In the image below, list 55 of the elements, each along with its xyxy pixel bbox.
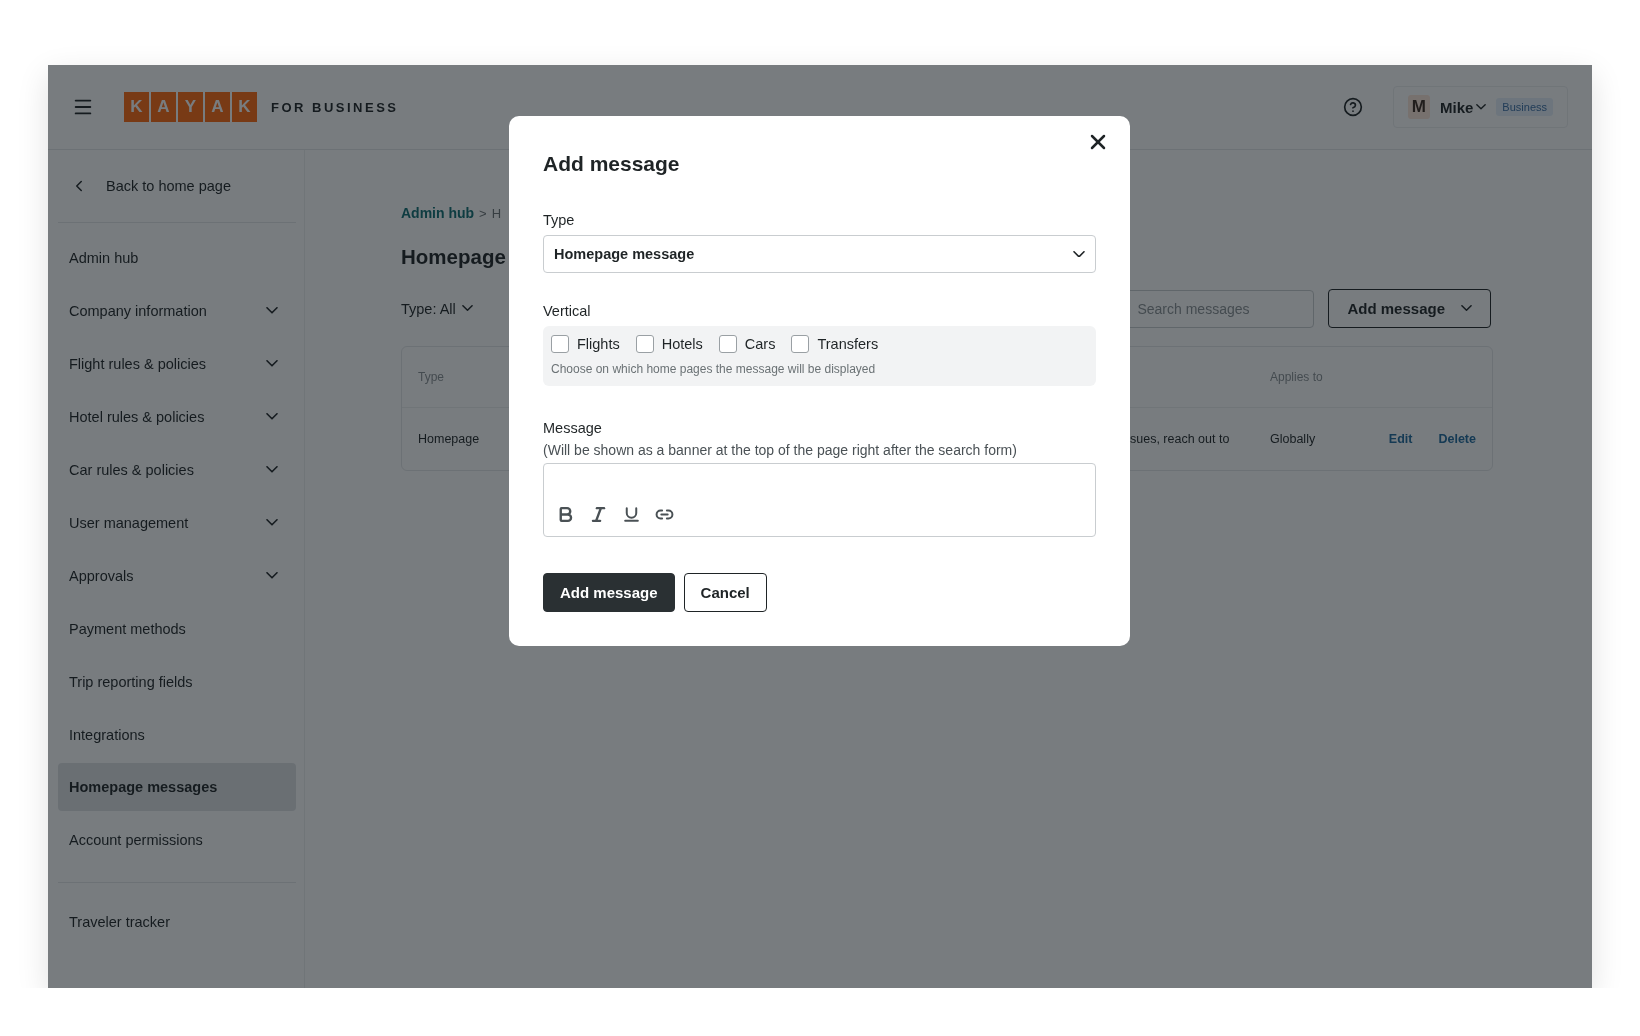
checkbox[interactable] [718, 335, 737, 353]
table-cell: sues, reach out to [1130, 432, 1230, 446]
sidebar-item[interactable]: Company information [58, 284, 296, 337]
submit-button[interactable]: Add message [543, 573, 675, 612]
breadcrumb-current: H [491, 205, 502, 221]
field-label: Type [543, 212, 576, 228]
table-cell: Globally [1270, 432, 1316, 446]
helper-text: (Will be shown as a banner at the top of the page right after the search form) [543, 442, 1018, 458]
avatar-initial: M [1407, 95, 1430, 119]
cancel-button[interactable]: Cancel [683, 573, 767, 612]
help-icon[interactable] [1342, 97, 1363, 117]
type-filter[interactable]: Type: All [401, 300, 473, 317]
sidebar-item[interactable]: Car rules & policies [58, 443, 296, 496]
chevron-icon [1073, 250, 1085, 258]
sidebar-item[interactable]: Payment methods [58, 602, 296, 655]
back-link[interactable]: Back to home page [58, 150, 296, 223]
row-action-link[interactable]: Delete [1438, 432, 1476, 446]
checkbox-option[interactable]: Flights [551, 335, 620, 353]
user-name: Mike [1440, 98, 1487, 116]
sidebar-item[interactable]: Trip reporting fields [58, 655, 296, 708]
checkbox[interactable] [791, 335, 810, 353]
checkbox[interactable] [635, 335, 654, 353]
page-title: Homepage [401, 245, 506, 269]
field-label: Message [543, 420, 603, 436]
breadcrumb-separator: > [479, 205, 487, 221]
plan-tag: Business [1496, 98, 1553, 116]
checkbox[interactable] [551, 335, 569, 353]
chevron-icon [1461, 305, 1472, 312]
field-label: Vertical [543, 303, 592, 319]
chevron-icon [1476, 104, 1487, 110]
sidebar-item[interactable]: Traveler tracker [58, 895, 296, 948]
checkbox-option[interactable]: Cars [718, 335, 776, 353]
account-menu[interactable]: M Mike Business [1392, 86, 1568, 128]
chevron-icon [461, 305, 473, 312]
sidebar-item[interactable]: Flight rules & policies [58, 337, 296, 390]
table-cell: Homepage [418, 432, 480, 446]
sidebar-item[interactable]: Hotel rules & policies [58, 390, 296, 443]
sidebar-item[interactable]: Approvals [58, 549, 296, 602]
sidebar-item[interactable]: Homepage messages [58, 763, 296, 811]
sidebar-item[interactable]: Admin hub [58, 231, 296, 284]
checkbox-option[interactable]: Transfers [791, 335, 879, 353]
helper-text: Choose on which home pages the message will be displayed [551, 362, 877, 376]
sidebar-item[interactable]: Integrations [58, 708, 296, 761]
row-action-link[interactable]: Edit [1388, 432, 1413, 446]
dialog-title: Add message [543, 152, 681, 176]
sidebar-item[interactable]: User management [58, 496, 296, 549]
underline-icon[interactable] [622, 505, 641, 524]
italic-icon[interactable] [589, 505, 608, 524]
checkbox-option[interactable]: Hotels [635, 335, 703, 353]
breadcrumb-link[interactable]: Admin hub [401, 205, 475, 221]
add-message-button[interactable]: Add message [1328, 289, 1491, 328]
logo[interactable]: K A Y A K [124, 92, 257, 122]
sidebar-item[interactable]: Account permissions [58, 813, 296, 866]
logo-subtitle: FOR BUSINESS [271, 99, 399, 115]
type-select[interactable]: Homepage message [543, 235, 1096, 273]
